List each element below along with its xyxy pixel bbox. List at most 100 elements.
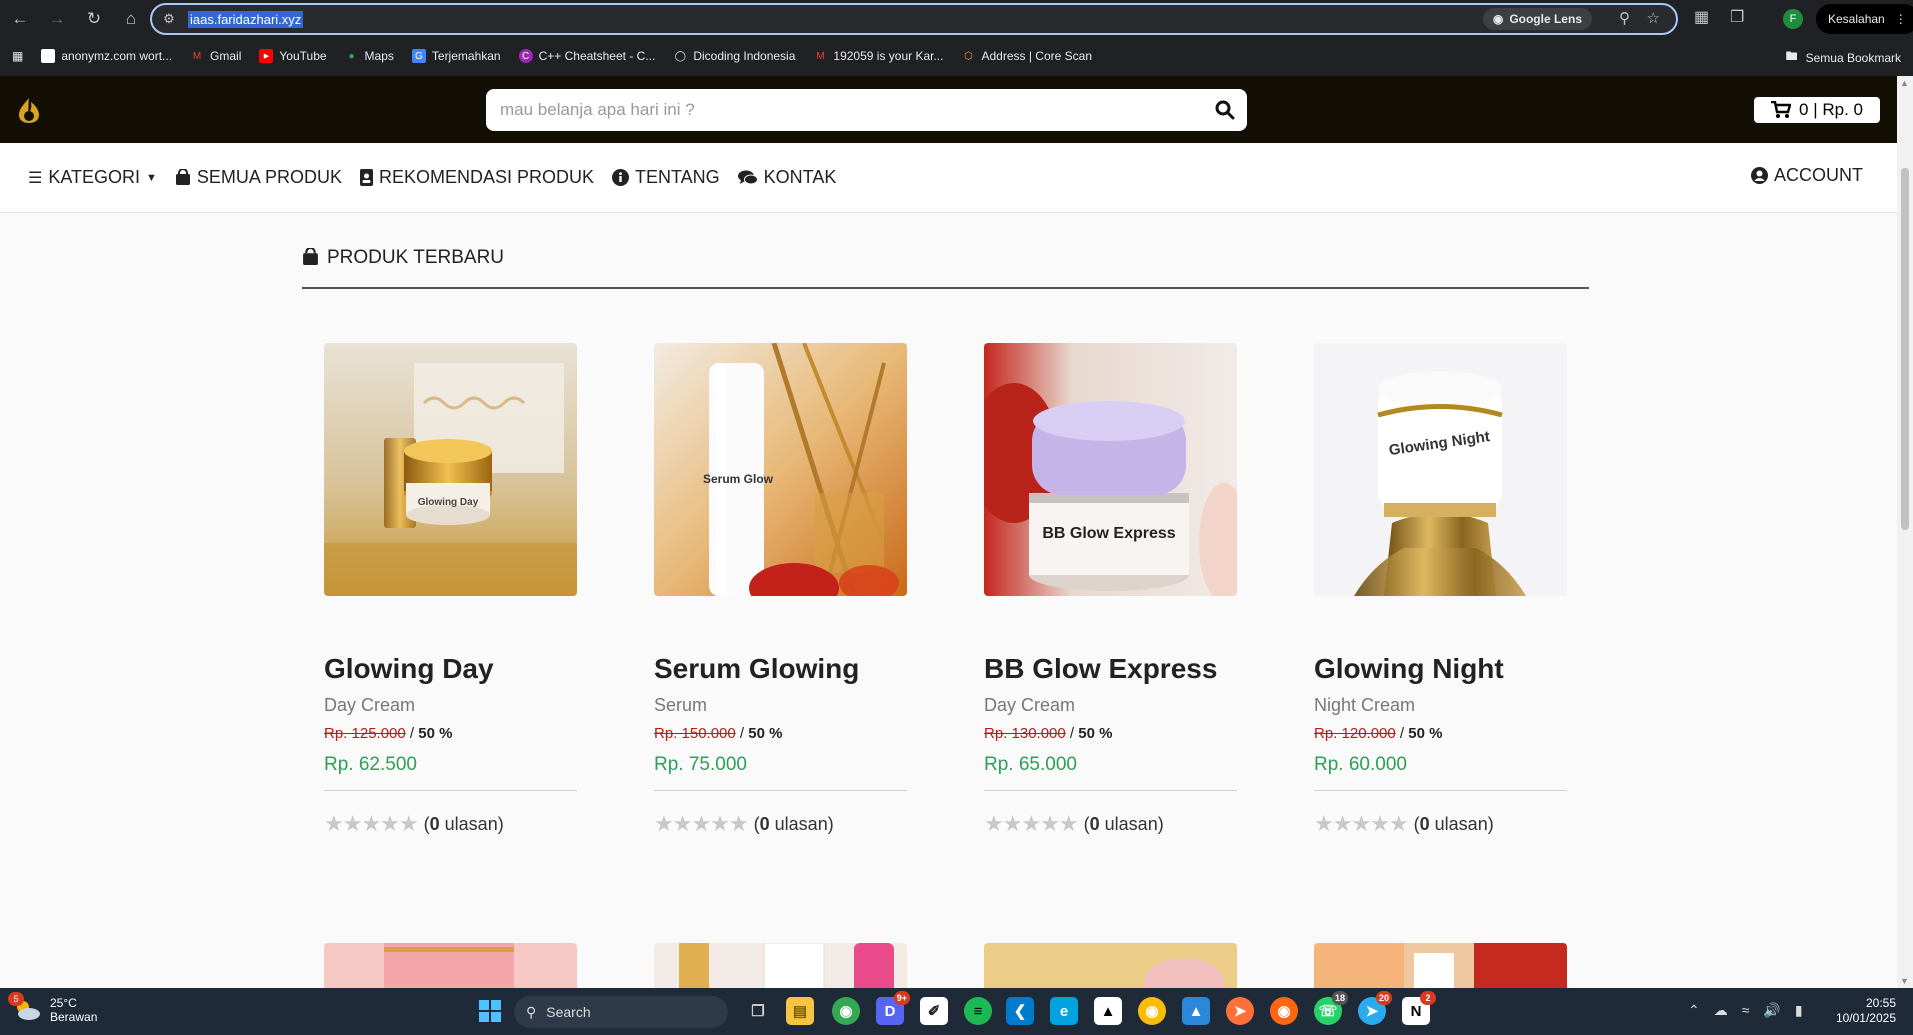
translate-icon[interactable]: ▦ (1694, 7, 1709, 27)
bookmark-item[interactable]: ⬡ Address | Core Scan (961, 49, 1092, 63)
battery-icon[interactable]: ▮ (1795, 1002, 1803, 1019)
google-lens-button[interactable]: ◉ Google Lens (1482, 8, 1592, 30)
reload-icon[interactable]: ↻ (77, 2, 111, 36)
back-icon[interactable]: ← (3, 2, 37, 36)
firefox-icon[interactable]: ◉ (1270, 997, 1298, 1025)
product-image[interactable]: Glowing Night (1314, 343, 1567, 596)
cart-button[interactable]: 0 | Rp. 0 (1754, 97, 1880, 123)
url-text[interactable]: iaas.faridazhari.xyz (188, 10, 304, 28)
whatsapp-icon[interactable]: ☏ 18 (1314, 991, 1348, 1025)
bookmark-item[interactable]: M 192059 is your Kar... (813, 49, 943, 63)
product-category: Serum (654, 695, 708, 715)
product-image-partial[interactable] (324, 943, 577, 988)
nav-kontak[interactable]: KONTAK (737, 167, 836, 188)
profile-avatar[interactable]: F (1783, 9, 1803, 29)
telegram-badge: 20 (1375, 991, 1392, 1005)
error-button[interactable]: Kesalahan ⋮ (1816, 4, 1913, 34)
chat-icon (737, 170, 758, 184)
product-name[interactable]: BB Glow Express (984, 653, 1237, 685)
old-price: Rp. 125.000 (324, 725, 406, 742)
search-button[interactable] (1203, 89, 1247, 131)
old-price: Rp. 120.000 (1314, 725, 1396, 742)
product-image[interactable]: Serum Glow (654, 343, 907, 596)
bookmark-item[interactable]: G Terjemahkan (411, 49, 501, 63)
weather-widget[interactable]: 5 25°C Berawan (8, 992, 97, 1024)
lens-icon: ◉ (1492, 12, 1504, 26)
divider (324, 790, 577, 791)
task-view-icon[interactable]: ❐ (744, 997, 772, 1025)
product-image-partial[interactable] (1314, 943, 1567, 988)
product-image[interactable]: Glowing Day (324, 343, 577, 596)
account-link[interactable]: ACCOUNT (1751, 165, 1863, 186)
all-bookmarks[interactable]: 🖿 Semua Bookmark (1786, 47, 1901, 68)
price-row: Rp. 125.000 / 50 % (324, 725, 453, 742)
taskbar-search-label: Search (546, 1004, 591, 1020)
photos-icon[interactable]: ▲ (1182, 997, 1210, 1025)
bookmark-item[interactable]: C C++ Cheatsheet - C... (518, 49, 656, 63)
pen-app-icon[interactable]: ✐ (920, 997, 948, 1025)
edge-icon[interactable]: e (1050, 997, 1078, 1025)
site-info-icon[interactable]: ⚙ (160, 10, 178, 28)
system-tray: ⌃ ☁ ≈ 🔊 ▮ (1688, 1002, 1803, 1019)
onedrive-cloud-icon[interactable]: ☁ (1714, 1002, 1728, 1019)
bookmark-label: Dicoding Indonesia (693, 49, 796, 63)
nav-semua-produk[interactable]: SEMUA PRODUK (175, 167, 342, 188)
bookmark-item[interactable]: ● Maps (345, 49, 394, 63)
chevron-up-icon[interactable]: ⌃ (1688, 1002, 1700, 1019)
nav-kategori[interactable]: ☰ KATEGORI ▼ (28, 167, 157, 188)
bookmark-label: C++ Cheatsheet - C... (538, 49, 656, 63)
product-card[interactable]: Serum Glow Serum Glowing Serum Rp. 150.0… (654, 343, 907, 837)
file-explorer-icon[interactable]: ▤ (786, 997, 814, 1025)
bookmark-star-icon[interactable]: ☆ (1647, 9, 1660, 27)
taskbar-clock[interactable]: 20:55 10/01/2025 (1820, 996, 1896, 1026)
bookmark-item[interactable]: anonymz.com wort... (41, 49, 172, 63)
product-image-partial[interactable] (654, 943, 907, 988)
gmail-icon: M (192, 50, 202, 62)
home-icon[interactable]: ⌂ (114, 2, 148, 36)
zoom-icon[interactable]: ⚲ (1619, 9, 1630, 27)
unity-icon[interactable]: ▲ (1094, 997, 1122, 1025)
nav-rekomendasi-produk[interactable]: REKOMENDASI PRODUK (359, 167, 594, 188)
main-nav: ☰ KATEGORI ▼ SEMUA PRODUK REKOMENDASI PR… (0, 143, 1897, 213)
product-card[interactable]: BB Glow Express BB Glow Express Day Crea… (984, 343, 1237, 837)
product-image[interactable]: BB Glow Express (984, 343, 1237, 596)
product-name[interactable]: Serum Glowing (654, 653, 907, 685)
notion-icon[interactable]: N2 (1402, 991, 1436, 1025)
chrome-canary-icon[interactable]: ◉ (1138, 997, 1166, 1025)
telegram-icon[interactable]: ➤ 20 (1358, 991, 1392, 1025)
postman-icon[interactable]: ➤ (1226, 997, 1254, 1025)
account-label: ACCOUNT (1774, 165, 1863, 185)
browser-chrome: ← → ↻ ⌂ ⚙ iaas.faridazhari.xyz ◉ Google … (0, 0, 1913, 76)
site-logo[interactable] (16, 96, 42, 124)
windows-start-icon[interactable] (476, 997, 504, 1025)
bookmark-item[interactable]: M Gmail (190, 49, 242, 63)
product-card[interactable]: Glowing Day Glowing Day Day Cream Rp. 12… (324, 343, 577, 837)
scroll-up-icon[interactable]: ▲ (1900, 78, 1909, 88)
clock-time: 20:55 (1865, 996, 1896, 1010)
taskbar-search[interactable]: ⚲ Search (514, 996, 728, 1028)
search-input[interactable] (500, 100, 1203, 120)
address-bar[interactable]: ⚙ iaas.faridazhari.xyz ◉ Google Lens ⚲ ☆ (150, 3, 1678, 35)
product-image-partial[interactable] (984, 943, 1237, 988)
forward-icon[interactable]: → (40, 2, 74, 36)
product-name[interactable]: Glowing Day (324, 653, 577, 685)
scroll-thumb[interactable] (1901, 168, 1909, 530)
volume-icon[interactable]: 🔊 (1763, 1002, 1780, 1019)
extensions-icon[interactable]: ❐ (1730, 7, 1744, 27)
wifi-icon[interactable]: ≈ (1742, 1002, 1750, 1019)
chrome-icon[interactable]: ◉ (832, 997, 860, 1025)
svg-text:Serum Glow: Serum Glow (703, 472, 774, 486)
page-scrollbar[interactable]: ▲ ▼ (1897, 76, 1913, 988)
bookmark-item[interactable]: ◯ Dicoding Indonesia (673, 49, 796, 63)
spotify-icon[interactable]: ≡ (964, 997, 992, 1025)
discord-icon[interactable]: D 9+ (876, 991, 910, 1025)
product-name[interactable]: Glowing Night (1314, 653, 1567, 685)
bookmark-item[interactable]: ▶ YouTube (259, 49, 327, 63)
apps-icon[interactable]: ▦ (12, 49, 23, 63)
product-card[interactable]: Glowing Night Glowing Night Night Cream … (1314, 343, 1567, 837)
vscode-icon[interactable]: ❮ (1006, 997, 1034, 1025)
temperature: 25°C (50, 996, 77, 1010)
id-badge-icon (359, 169, 373, 186)
nav-tentang[interactable]: TENTANG (612, 167, 720, 188)
scroll-down-icon[interactable]: ▼ (1900, 976, 1909, 986)
